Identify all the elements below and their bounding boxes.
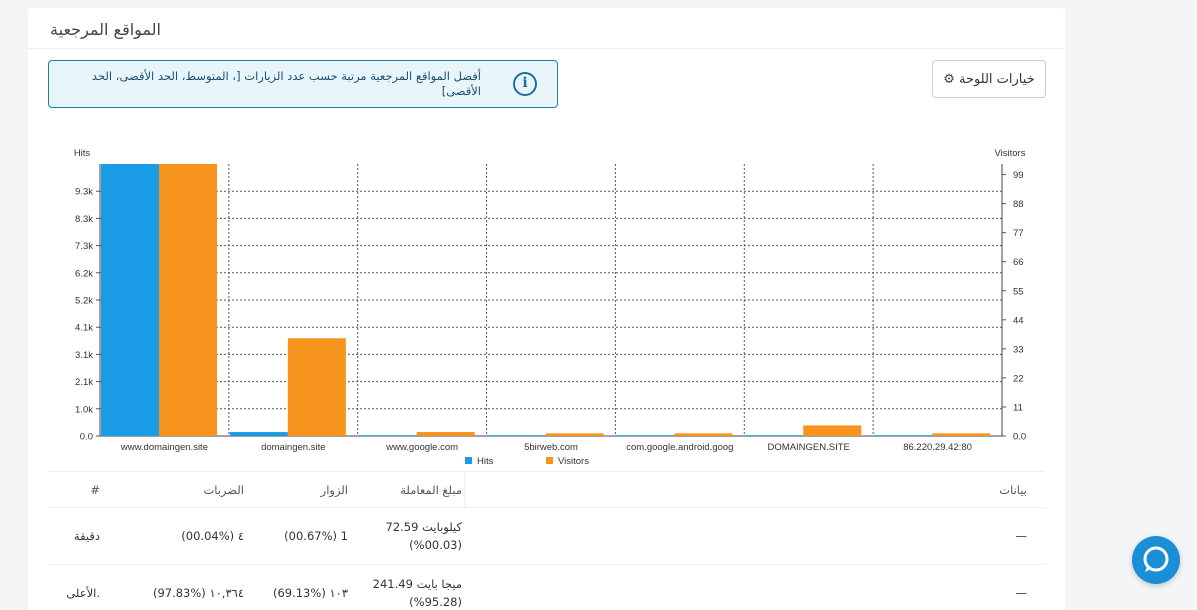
left-tick-label: 2.1k xyxy=(75,377,93,388)
bar-hits xyxy=(745,435,804,436)
info-text: أفضل المواقع المرجعية مرتبة حسب عدد الزي… xyxy=(91,69,481,98)
bar-hits xyxy=(229,432,288,436)
left-tick-label: 1.0k xyxy=(75,404,93,415)
bar-visitors xyxy=(545,433,604,436)
table-header-row: بيانات مبلغ المعاملة الزوار الضربات # xyxy=(48,471,1045,509)
x-tick-label: www.domaingen.site xyxy=(120,442,208,453)
header-visitors[interactable]: الزوار xyxy=(244,472,348,507)
bar-hits xyxy=(487,435,546,436)
panel-title: المواقع المرجعية xyxy=(50,20,161,39)
right-tick-label: 55 xyxy=(1013,286,1024,297)
chat-launcher-button[interactable] xyxy=(1132,536,1180,584)
row-data: — xyxy=(1015,529,1028,543)
row-label: .الأعلى xyxy=(66,586,100,600)
info-icon: i xyxy=(513,72,537,96)
x-tick-label: com.google.android.goog xyxy=(626,442,733,453)
referring-sites-panel: المواقع المرجعية خيارات اللوحة ⚙ i أفضل … xyxy=(28,8,1065,610)
left-tick-label: 8.3k xyxy=(75,214,93,225)
chart-svg: 0.0 1.0k 2.1k 3.1k 4.1k 5.2k 6.2k 7.3k 8.3k 9.3k 0… xyxy=(74,148,1026,467)
table-row: — كيلوبايت 72.59 (%00.03) 1 (00.67%) ٤ (… xyxy=(48,508,1045,565)
x-tick-label: 86.220.29.42:80 xyxy=(903,442,972,453)
row-visitors: ١٠٣ (69.13%) xyxy=(272,586,348,600)
bar-visitors xyxy=(803,425,862,436)
referrers-table: بيانات مبلغ المعاملة الزوار الضربات # — … xyxy=(48,471,1045,610)
column-divider xyxy=(464,472,465,509)
right-tick-label: 11 xyxy=(1013,402,1023,413)
header-number[interactable]: # xyxy=(48,472,114,507)
header-hits[interactable]: الضربات xyxy=(114,472,244,507)
gear-icon: ⚙ xyxy=(943,71,955,87)
header-amount[interactable]: مبلغ المعاملة xyxy=(348,472,462,507)
row-amount-percent: (%95.28) xyxy=(409,595,462,609)
right-tick-label: 99 xyxy=(1013,170,1024,181)
panel-options-button[interactable]: خيارات اللوحة ⚙ xyxy=(932,60,1046,98)
legend-swatch xyxy=(546,457,553,464)
x-tick-label: www.google.com xyxy=(385,442,458,453)
panel-divider xyxy=(28,48,1065,49)
left-tick-label: 4.1k xyxy=(75,323,93,334)
bar-hits xyxy=(874,435,933,436)
referrers-chart: 0.0 1.0k 2.1k 3.1k 4.1k 5.2k 6.2k 7.3k 8.3k 9.3k 0… xyxy=(28,136,1065,470)
bar-visitors xyxy=(287,338,346,436)
bar-hits xyxy=(616,435,675,436)
x-tick-label: DOMAINGEN.SITE xyxy=(768,442,850,453)
row-data: — xyxy=(1015,586,1028,600)
x-tick-label: domaingen.site xyxy=(261,442,325,453)
row-amount: كيلوبايت 72.59 (%00.03) xyxy=(348,508,462,564)
left-tick-label: 7.3k xyxy=(75,241,93,252)
bar-hits xyxy=(358,435,417,436)
left-axis-label: Hits xyxy=(74,148,91,159)
left-tick-label: 3.1k xyxy=(75,350,93,361)
right-tick-label: 33 xyxy=(1013,344,1024,355)
legend-label: Visitors xyxy=(558,456,589,466)
bar-visitors xyxy=(159,164,217,436)
row-hits: ٤ (00.04%) xyxy=(181,529,244,543)
row-amount-percent: (%00.03) xyxy=(409,538,462,552)
bar-visitors xyxy=(932,433,991,436)
row-amount: ميجا بايت 241.49 (%95.28) xyxy=(348,565,462,610)
legend-label: Hits xyxy=(477,456,494,466)
right-tick-label: 44 xyxy=(1013,315,1024,326)
row-amount-size: ميجا بايت 241.49 xyxy=(372,577,462,591)
bar-visitors xyxy=(674,433,733,436)
legend-swatch xyxy=(465,457,472,464)
right-tick-label: 0.0 xyxy=(1013,432,1026,443)
row-amount-size: كيلوبايت 72.59 xyxy=(385,520,462,534)
right-tick-label: 66 xyxy=(1013,257,1024,268)
x-tick-label: 5birweb.com xyxy=(524,442,578,453)
row-visitors: 1 (00.67%) xyxy=(284,529,348,543)
row-hits: ١٠,٣٦٤ (97.83%) xyxy=(152,586,244,600)
chat-icon xyxy=(1143,546,1169,572)
right-tick-label: 77 xyxy=(1013,228,1024,239)
bar-hits xyxy=(101,164,159,436)
left-tick-label: 5.2k xyxy=(75,296,93,307)
info-alert: i أفضل المواقع المرجعية مرتبة حسب عدد ال… xyxy=(48,60,558,108)
right-tick-label: 22 xyxy=(1013,373,1024,384)
table-row: — ميجا بايت 241.49 (%95.28) ١٠٣ (69.13%)… xyxy=(48,565,1045,610)
left-tick-label: 6.2k xyxy=(75,268,93,279)
right-axis-label: Visitors xyxy=(995,148,1026,159)
row-label: دقيقة xyxy=(73,529,100,543)
left-tick-label: 9.3k xyxy=(75,187,93,198)
header-data[interactable]: بيانات xyxy=(462,472,1042,507)
left-tick-label: 0.0 xyxy=(80,432,93,443)
bar-visitors xyxy=(416,432,475,436)
right-tick-label: 88 xyxy=(1013,199,1024,210)
panel-options-label: خيارات اللوحة xyxy=(958,71,1035,87)
